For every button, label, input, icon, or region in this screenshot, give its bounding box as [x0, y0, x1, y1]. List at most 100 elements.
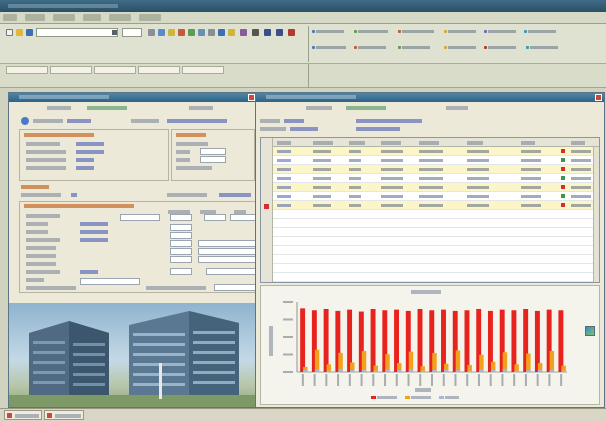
table-cell-text-block [419, 168, 443, 171]
table-row[interactable] [273, 273, 593, 282]
status-tab-2[interactable] [44, 410, 84, 420]
strip-tab-2[interactable] [50, 66, 92, 74]
save-icon[interactable] [26, 29, 33, 36]
table-row[interactable] [273, 228, 593, 237]
table-row[interactable] [273, 165, 593, 174]
strip-tab-4[interactable] [138, 66, 180, 74]
detail-input-7[interactable] [170, 240, 192, 247]
close-icon[interactable] [248, 94, 255, 101]
nav-button-11[interactable] [484, 44, 524, 54]
menu-item-1[interactable] [3, 14, 17, 21]
exit-icon[interactable] [288, 29, 295, 36]
menu-item-5[interactable] [108, 14, 131, 21]
detail-input-4[interactable] [230, 214, 256, 221]
strip-tab-1[interactable] [6, 66, 48, 74]
strip-tab-3[interactable] [94, 66, 136, 74]
search-input[interactable] [36, 28, 118, 37]
detail-input-15[interactable] [80, 278, 140, 285]
nav-button-12[interactable] [526, 44, 566, 54]
nav-button-6[interactable] [524, 28, 564, 38]
new-icon[interactable] [6, 29, 13, 36]
nav-button-5[interactable] [484, 28, 522, 38]
table-row[interactable] [273, 183, 593, 192]
detail-input-9[interactable] [170, 248, 192, 255]
chart-icon[interactable] [178, 29, 185, 36]
detail-input-10[interactable] [198, 248, 256, 255]
nav-button-3[interactable] [398, 28, 442, 38]
table-row[interactable] [273, 210, 593, 219]
table-cell-text-block [571, 168, 591, 171]
grid-body [273, 147, 599, 282]
menu-item-2[interactable] [24, 14, 45, 21]
menu-item-4[interactable] [82, 14, 101, 21]
strip-tab-5[interactable] [182, 66, 224, 74]
table-row[interactable] [273, 246, 593, 255]
record-desc-label [131, 119, 159, 123]
nav-button-1[interactable] [312, 28, 352, 38]
table-cell-text-block [313, 186, 331, 189]
help-icon[interactable] [218, 29, 225, 36]
table-cell-text-block [277, 186, 291, 189]
nav-button-4[interactable] [444, 28, 482, 38]
open-icon[interactable] [16, 29, 23, 36]
detail-input-11[interactable] [170, 256, 192, 263]
detail-input-2[interactable] [170, 214, 192, 221]
menu-item-6[interactable] [138, 14, 161, 21]
user-icon[interactable] [240, 29, 247, 36]
nav-prev-icon[interactable] [264, 29, 271, 36]
status-tab-2-icon [47, 413, 52, 418]
refresh-icon[interactable] [198, 29, 205, 36]
detail-input-6[interactable] [170, 232, 192, 239]
bar-series-2 [385, 354, 390, 372]
detail-input-14[interactable] [206, 268, 256, 275]
table-row[interactable] [273, 255, 593, 264]
nav-next-icon[interactable] [276, 29, 283, 36]
bar-chart [283, 301, 567, 386]
table-row[interactable] [273, 237, 593, 246]
table-row[interactable] [273, 174, 593, 183]
nav-button-9[interactable] [398, 44, 438, 54]
status-tab-1[interactable] [4, 410, 42, 420]
grid-vertical-scrollbar[interactable] [593, 147, 599, 282]
search-dropdown-icon[interactable] [112, 30, 117, 35]
nav-button-10[interactable] [444, 44, 484, 54]
legend-swatch-3 [438, 396, 444, 399]
detail-input-8[interactable] [198, 240, 256, 247]
table-cell-text-block [313, 177, 331, 180]
detail-input-3[interactable] [204, 214, 226, 221]
mail-icon[interactable] [228, 29, 235, 36]
table-row[interactable] [273, 192, 593, 201]
detail-input-12[interactable] [198, 256, 256, 263]
detail-footer-input[interactable] [214, 284, 256, 291]
date-input-1[interactable] [200, 148, 226, 155]
menu-item-3[interactable] [52, 14, 75, 21]
chart-export-icon[interactable] [585, 326, 595, 336]
table-cell-text-block [277, 195, 291, 198]
table-row[interactable] [273, 201, 593, 210]
list-window-titlebar [256, 93, 604, 102]
print-icon[interactable] [148, 29, 155, 36]
filter-icon[interactable] [168, 29, 175, 36]
nav-button-2[interactable] [354, 28, 396, 38]
list-close-icon[interactable] [595, 94, 602, 101]
settings-icon[interactable] [208, 29, 215, 36]
lock-icon[interactable] [252, 29, 259, 36]
nav-button-7[interactable] [312, 44, 352, 54]
table-row[interactable] [273, 219, 593, 228]
detail-input-1[interactable] [120, 214, 160, 221]
table-icon[interactable] [188, 29, 195, 36]
detail-window-titlebar [9, 93, 257, 102]
y-tick-label [283, 301, 293, 303]
nav-button-8[interactable] [354, 44, 394, 54]
table-cell-text-block [521, 159, 541, 162]
table-row[interactable] [273, 156, 593, 165]
detail-input-13[interactable] [170, 268, 192, 275]
zoom-input[interactable] [122, 28, 142, 37]
table-row[interactable] [273, 264, 593, 273]
date-input-2[interactable] [200, 156, 226, 163]
undo-icon[interactable] [158, 29, 165, 36]
record-icon [21, 117, 29, 125]
table-row[interactable] [273, 147, 593, 156]
detail-input-5[interactable] [170, 224, 192, 231]
bar-series-1 [370, 309, 376, 372]
